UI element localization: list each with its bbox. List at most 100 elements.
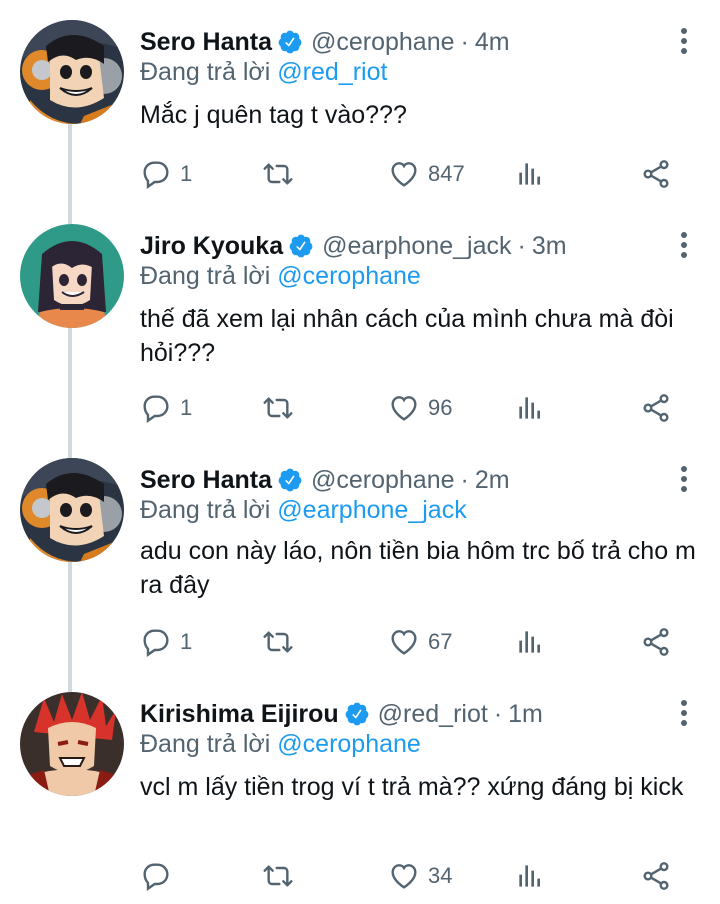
more-options-icon[interactable] <box>678 230 690 260</box>
mention-link[interactable]: @cerophane <box>277 730 421 758</box>
separator: · <box>460 27 469 56</box>
tweet-header: Sero Hanta @cerophane · 2m <box>140 462 510 498</box>
reply-icon <box>143 395 169 423</box>
analytics-button[interactable] <box>514 154 546 194</box>
separator: · <box>460 465 469 494</box>
like-button[interactable]: 96 <box>388 388 452 428</box>
tweet[interactable]: Kirishima Eijirou @red_riot · 1m Đang tr… <box>0 672 720 904</box>
separator: · <box>493 699 503 728</box>
heart-icon <box>391 162 417 187</box>
verified-badge-icon <box>345 702 369 726</box>
share-icon <box>643 160 669 188</box>
mention-link[interactable]: @earphone_jack <box>277 496 466 524</box>
timestamp[interactable]: 4m <box>475 28 510 57</box>
share-button[interactable] <box>640 388 672 428</box>
display-name[interactable]: Jiro Kyouka <box>140 232 283 261</box>
verified-badge-icon <box>289 234 313 258</box>
display-name[interactable]: Sero Hanta <box>140 28 272 57</box>
reply-button[interactable]: 1 <box>140 154 192 194</box>
replying-label: Đang trả lời <box>140 730 271 758</box>
avatar[interactable] <box>20 224 124 328</box>
tweet-text: adu con này láo, nôn tiền bia hôm trc bố… <box>140 537 696 599</box>
share-icon <box>643 862 669 890</box>
like-button[interactable]: 34 <box>388 856 452 896</box>
avatar[interactable] <box>20 692 124 796</box>
share-button[interactable] <box>640 154 672 194</box>
verified-badge-icon <box>278 30 302 54</box>
display-name[interactable]: Kirishima Eijirou <box>140 700 339 729</box>
more-options-icon[interactable] <box>678 698 690 728</box>
replying-label: Đang trả lời <box>140 262 271 290</box>
timestamp[interactable]: 1m <box>508 700 543 729</box>
user-handle[interactable]: @red_riot <box>378 700 488 729</box>
retweet-icon <box>263 397 293 419</box>
tweet[interactable]: Jiro Kyouka @earphone_jack · 3m Đang trả… <box>0 204 720 440</box>
more-options-icon[interactable] <box>678 464 690 494</box>
user-handle[interactable]: @cerophane <box>311 28 455 57</box>
share-button[interactable] <box>640 856 672 896</box>
tweet-header: Jiro Kyouka @earphone_jack · 3m <box>140 228 567 264</box>
share-icon <box>643 628 669 656</box>
share-icon <box>643 394 669 422</box>
tweet-header: Sero Hanta @cerophane · 4m <box>140 24 510 60</box>
tweet[interactable]: Sero Hanta @cerophane · 4m Đang trả lời … <box>0 0 720 206</box>
reply-icon <box>143 161 169 189</box>
retweet-icon <box>263 631 293 653</box>
avatar-image-kirishima <box>20 692 124 796</box>
verified-badge-icon <box>278 468 302 492</box>
like-count: 67 <box>428 629 453 654</box>
tweet-header: Kirishima Eijirou @red_riot · 1m <box>140 696 543 732</box>
tweet-actions: 1 96 <box>140 388 700 428</box>
replying-to: Đang trả lời @cerophane <box>140 262 421 291</box>
tweet-actions: 1 847 <box>140 154 700 194</box>
avatar-image-sero <box>20 458 124 562</box>
like-count: 96 <box>428 395 453 420</box>
mention-link[interactable]: @red_riot <box>277 58 387 86</box>
replying-label: Đang trả lời <box>140 58 271 86</box>
retweet-button[interactable] <box>262 388 302 428</box>
mention-link[interactable]: @cerophane <box>277 262 421 290</box>
reply-button[interactable]: 1 <box>140 622 192 662</box>
share-button[interactable] <box>640 622 672 662</box>
user-handle[interactable]: @earphone_jack <box>322 232 511 261</box>
retweet-button[interactable] <box>262 154 302 194</box>
reply-count: 1 <box>180 161 193 186</box>
avatar-image-sero <box>20 20 124 124</box>
like-button[interactable]: 847 <box>388 154 465 194</box>
tweet-text: vcl m lấy tiền trog ví t trả mà?? xứng đ… <box>140 773 684 801</box>
tweet-text: thế đã xem lại nhân cách của mình chưa m… <box>140 305 674 367</box>
heart-icon <box>391 396 417 421</box>
reply-icon <box>143 629 169 657</box>
reply-count: 1 <box>180 395 193 420</box>
user-handle[interactable]: @cerophane <box>311 466 455 495</box>
reply-icon <box>143 863 169 891</box>
like-button[interactable]: 67 <box>388 622 452 662</box>
analytics-button[interactable] <box>514 856 546 896</box>
avatar[interactable] <box>20 20 124 124</box>
analytics-button[interactable] <box>514 622 546 662</box>
separator: · <box>517 231 526 260</box>
tweet-thread: Sero Hanta @cerophane · 4m Đang trả lời … <box>0 0 720 904</box>
retweet-icon <box>263 865 293 887</box>
retweet-icon <box>263 163 293 185</box>
analytics-button[interactable] <box>514 388 546 428</box>
timestamp[interactable]: 2m <box>475 466 510 495</box>
avatar[interactable] <box>20 458 124 562</box>
heart-icon <box>391 630 417 655</box>
avatar-image-jiro <box>20 224 124 328</box>
timestamp[interactable]: 3m <box>532 232 567 261</box>
display-name[interactable]: Sero Hanta <box>140 466 272 495</box>
more-options-icon[interactable] <box>678 26 690 56</box>
like-count: 847 <box>428 161 465 186</box>
retweet-button[interactable] <box>262 622 302 662</box>
tweet-text: Mắc j quên tag t vào??? <box>140 101 407 129</box>
replying-to: Đang trả lời @earphone_jack <box>140 496 467 525</box>
reply-button[interactable] <box>140 856 180 896</box>
tweet[interactable]: Sero Hanta @cerophane · 2m Đang trả lời … <box>0 438 720 674</box>
retweet-button[interactable] <box>262 856 302 896</box>
analytics-icon <box>519 865 540 887</box>
reply-button[interactable]: 1 <box>140 388 192 428</box>
analytics-icon <box>519 163 540 185</box>
tweet-actions: 1 67 <box>140 622 700 662</box>
tweet-actions: 34 <box>140 856 700 896</box>
